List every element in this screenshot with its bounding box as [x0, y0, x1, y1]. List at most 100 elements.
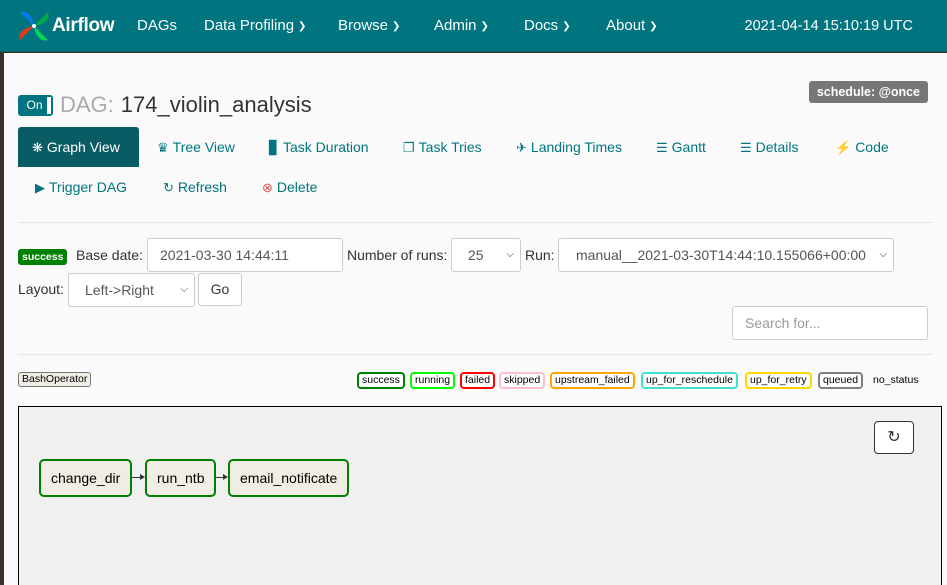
layout-select[interactable]: Left->Right ⌵: [68, 273, 195, 307]
refresh-icon: ↻: [163, 180, 174, 195]
tab-landing-times[interactable]: ✈ Landing Times: [516, 127, 622, 167]
tab-task-duration[interactable]: ▊ Task Duration: [269, 127, 369, 167]
chevron-down-icon: ⌵: [506, 249, 514, 260]
tab-graph-view[interactable]: ❋ Graph View: [18, 127, 139, 167]
layout-label: Layout:: [18, 281, 64, 297]
tab-label: Landing Times: [530, 139, 622, 155]
legend-up-for-reschedule[interactable]: up_for_reschedule: [641, 372, 738, 389]
nav-label: DAGs: [137, 17, 178, 34]
base-date-input[interactable]: 2021-03-30 14:44:11: [147, 238, 343, 272]
task-label: change_dir: [51, 470, 121, 486]
go-button[interactable]: Go: [198, 273, 242, 306]
asterisk-icon: ❋: [32, 140, 43, 155]
dag-run-state-badge: success: [18, 249, 68, 265]
tab-label: Task Duration: [283, 139, 369, 155]
layout-value: Left->Right: [85, 282, 154, 298]
chevron-down-icon: ❯: [562, 21, 571, 32]
tab-label: Graph View: [46, 139, 120, 155]
chevron-down-icon: ❯: [649, 21, 658, 32]
tab-label: Tree View: [172, 139, 235, 155]
chevron-down-icon: ❯: [392, 21, 401, 32]
duplicate-icon: ❐: [403, 140, 415, 155]
tree-icon: ♛: [157, 140, 169, 155]
nav-label: Browse: [338, 17, 389, 34]
tab-label: Delete: [276, 179, 318, 195]
brand-link[interactable]: Airflow: [16, 8, 115, 44]
trigger-dag-button[interactable]: ▶ Trigger DAG: [35, 167, 127, 207]
refresh-icon: ↻: [887, 429, 901, 446]
server-time: 2021-04-14 15:10:19 UTC: [744, 18, 913, 34]
search-input[interactable]: Search for...: [732, 306, 928, 340]
chevron-down-icon: ⌵: [879, 249, 887, 260]
list-icon: ☰: [740, 140, 752, 155]
tab-label: Gantt: [671, 139, 706, 155]
task-node[interactable]: email_notificate: [228, 459, 350, 497]
graph-refresh-button[interactable]: ↻: [874, 421, 914, 454]
task-label: run_ntb: [157, 470, 205, 486]
schedule-badge: schedule: @once: [808, 81, 928, 103]
tab-code[interactable]: ⚡ Code: [835, 127, 889, 167]
delete-button[interactable]: ⊗ Delete: [262, 167, 317, 207]
tab-task-tries[interactable]: ❐ Task Tries: [403, 127, 482, 167]
nav-browse[interactable]: Browse ❯: [338, 0, 400, 52]
tab-label: Task Tries: [418, 139, 482, 155]
nav-admin[interactable]: Admin ❯: [434, 0, 489, 52]
bar-chart-icon: ▊: [269, 140, 279, 155]
chevron-down-icon: ⌵: [180, 284, 188, 295]
tab-gantt[interactable]: ☰ Gantt: [656, 127, 706, 167]
task-node[interactable]: change_dir: [39, 459, 133, 497]
gantt-icon: ☰: [656, 140, 668, 155]
airflow-logo-icon: [19, 11, 49, 41]
dag-name: 174_violin_analysis: [120, 92, 312, 117]
legend-upstream-failed[interactable]: upstream_failed: [550, 372, 635, 389]
tab-label: Trigger DAG: [49, 179, 128, 195]
remove-circle-icon: ⊗: [262, 180, 273, 195]
nav-docs[interactable]: Docs ❯: [524, 0, 571, 52]
divider: [18, 222, 932, 223]
dag-pause-toggle[interactable]: On: [18, 94, 53, 116]
flash-icon: ⚡: [835, 140, 852, 155]
tab-label: Code: [855, 139, 889, 155]
legend-running[interactable]: running: [410, 372, 456, 389]
main-content: On DAG: 174_violin_analysis schedule: @o…: [4, 53, 947, 585]
legend-success[interactable]: success: [357, 372, 405, 389]
runs-label: Number of runs:: [347, 247, 448, 263]
legend-queued[interactable]: queued: [818, 372, 864, 389]
tab-details[interactable]: ☰ Details: [740, 127, 798, 167]
nav-label: About: [606, 17, 646, 34]
legend-no-status[interactable]: no_status: [868, 372, 924, 389]
legend-skipped[interactable]: skipped: [499, 372, 546, 389]
brand-name: Airflow: [52, 15, 115, 36]
run-value: manual__2021-03-30T14:44:10.155066+00:00: [576, 247, 866, 263]
nav-label: Data Profiling: [204, 17, 295, 34]
refresh-button[interactable]: ↻ Refresh: [163, 167, 227, 207]
run-select[interactable]: manual__2021-03-30T14:44:10.155066+00:00…: [558, 238, 894, 272]
dag-label: DAG:: [60, 92, 114, 117]
divider: [18, 354, 932, 355]
toggle-off-part: [47, 96, 51, 114]
task-label: email_notificate: [240, 470, 338, 486]
operator-legend: BashOperator: [18, 372, 92, 387]
navbar: Airflow DAGs Data Profiling ❯ Browse ❯ Adm…: [0, 0, 947, 52]
plane-icon: ✈: [516, 140, 527, 155]
nav-data-profiling[interactable]: Data Profiling ❯: [204, 0, 306, 52]
dag-graph[interactable]: ↻ change_dir run_ntb email_notificate: [18, 406, 942, 585]
legend-up-for-retry[interactable]: up_for_retry: [745, 372, 812, 389]
run-label: Run:: [525, 247, 555, 263]
tab-label: Refresh: [177, 179, 227, 195]
nav-label: Admin: [434, 17, 477, 34]
num-runs-select[interactable]: 25 ⌵: [451, 238, 521, 272]
num-runs-value: 25: [468, 247, 484, 263]
chevron-down-icon: ❯: [480, 21, 489, 32]
play-circle-icon: ▶: [35, 180, 45, 195]
tab-tree-view[interactable]: ♛ Tree View: [157, 127, 235, 167]
nav-about[interactable]: About ❯: [606, 0, 658, 52]
task-node[interactable]: run_ntb: [145, 459, 217, 497]
base-date-label: Base date:: [76, 247, 143, 263]
chevron-down-icon: ❯: [298, 21, 307, 32]
dag-title: On DAG: 174_violin_analysis: [18, 91, 312, 119]
nav-label: Docs: [524, 17, 559, 34]
nav-dags[interactable]: DAGs: [137, 0, 177, 52]
toggle-on-label: On: [20, 96, 49, 114]
legend-failed[interactable]: failed: [460, 372, 496, 389]
